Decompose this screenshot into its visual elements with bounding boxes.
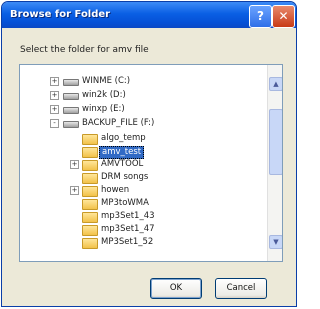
- cancel-button[interactable]: Cancel: [215, 278, 267, 299]
- tree-item-algo-temp[interactable]: algo_temp: [20, 133, 260, 145]
- folder-icon: [82, 212, 98, 223]
- tree-item-winxp[interactable]: + winxp (E:): [20, 104, 260, 115]
- folder-icon: [82, 238, 98, 249]
- scroll-up-icon[interactable]: ▲: [269, 77, 282, 91]
- tree-item-howen[interactable]: + howen: [20, 185, 260, 197]
- ok-button[interactable]: OK: [150, 278, 202, 299]
- folder-icon: [82, 186, 98, 197]
- folder-icon: [82, 199, 98, 210]
- tree-item-label: DRM songs: [101, 172, 149, 182]
- folder-icon: [82, 173, 98, 184]
- expand-icon[interactable]: +: [50, 77, 59, 86]
- instruction-text: Select the folder for amv file: [20, 45, 149, 55]
- title-bar[interactable]: Browse for Folder ? ✕: [2, 2, 296, 28]
- drive-icon: [63, 107, 79, 114]
- tree-item-mp3set1-47[interactable]: mp3Set1_47: [20, 224, 260, 236]
- tree-item-label: howen: [101, 185, 130, 195]
- browse-for-folder-dialog: Browse for Folder ? ✕ Select the folder …: [1, 1, 297, 307]
- tree-item-mp3set1-52[interactable]: MP3Set1_52: [20, 237, 260, 249]
- folder-icon: [82, 225, 98, 236]
- tree-item-label: MP3Set1_52: [101, 237, 154, 247]
- tree-item-label: algo_temp: [101, 133, 146, 143]
- folder-icon: [82, 160, 98, 171]
- tree-item-drm-songs[interactable]: DRM songs: [20, 172, 260, 184]
- tree-item-label: win2k (D:): [82, 90, 126, 100]
- tree-item-win2k[interactable]: + win2k (D:): [20, 90, 260, 101]
- help-button[interactable]: ?: [249, 5, 272, 28]
- close-button[interactable]: ✕: [272, 5, 295, 28]
- drive-icon: [63, 79, 79, 86]
- drive-icon: [63, 121, 79, 128]
- tree-item-label: AMVTOOL: [101, 159, 144, 169]
- tree-item-mp3towma[interactable]: MP3toWMA: [20, 198, 260, 210]
- expand-icon[interactable]: +: [70, 160, 79, 169]
- tree-item-amvtool[interactable]: + AMVTOOL: [20, 159, 260, 171]
- tree-item-label: BACKUP_FILE (F:): [82, 118, 155, 128]
- tree-item-amv-test[interactable]: amv_test: [20, 146, 260, 159]
- tree-item-winme[interactable]: + WINME (C:): [20, 76, 260, 87]
- folder-tree[interactable]: + WINME (C:) + win2k (D:) + winxp (E:) -…: [19, 64, 283, 262]
- scroll-down-icon[interactable]: ▼: [269, 235, 282, 249]
- expand-icon[interactable]: +: [70, 186, 79, 195]
- tree-item-backup-file[interactable]: - BACKUP_FILE (F:): [20, 118, 260, 129]
- vertical-scrollbar[interactable]: ▲ ▼: [267, 65, 282, 261]
- tree-item-mp3set1-43[interactable]: mp3Set1_43: [20, 211, 260, 223]
- folder-icon: [82, 134, 98, 145]
- dialog-title: Browse for Folder: [10, 9, 111, 20]
- tree-item-label: winxp (E:): [82, 104, 125, 114]
- scroll-thumb[interactable]: [269, 109, 282, 175]
- expand-icon[interactable]: +: [50, 91, 59, 100]
- tree-item-label-selected: amv_test: [99, 146, 145, 159]
- tree-item-label: mp3Set1_47: [101, 224, 155, 234]
- collapse-icon[interactable]: -: [50, 119, 59, 128]
- folder-open-icon: [82, 147, 98, 158]
- tree-item-label: WINME (C:): [82, 76, 131, 86]
- expand-icon[interactable]: +: [50, 105, 59, 114]
- tree-item-label: MP3toWMA: [101, 198, 149, 208]
- tree-item-label: mp3Set1_43: [101, 211, 155, 221]
- drive-icon: [63, 93, 79, 100]
